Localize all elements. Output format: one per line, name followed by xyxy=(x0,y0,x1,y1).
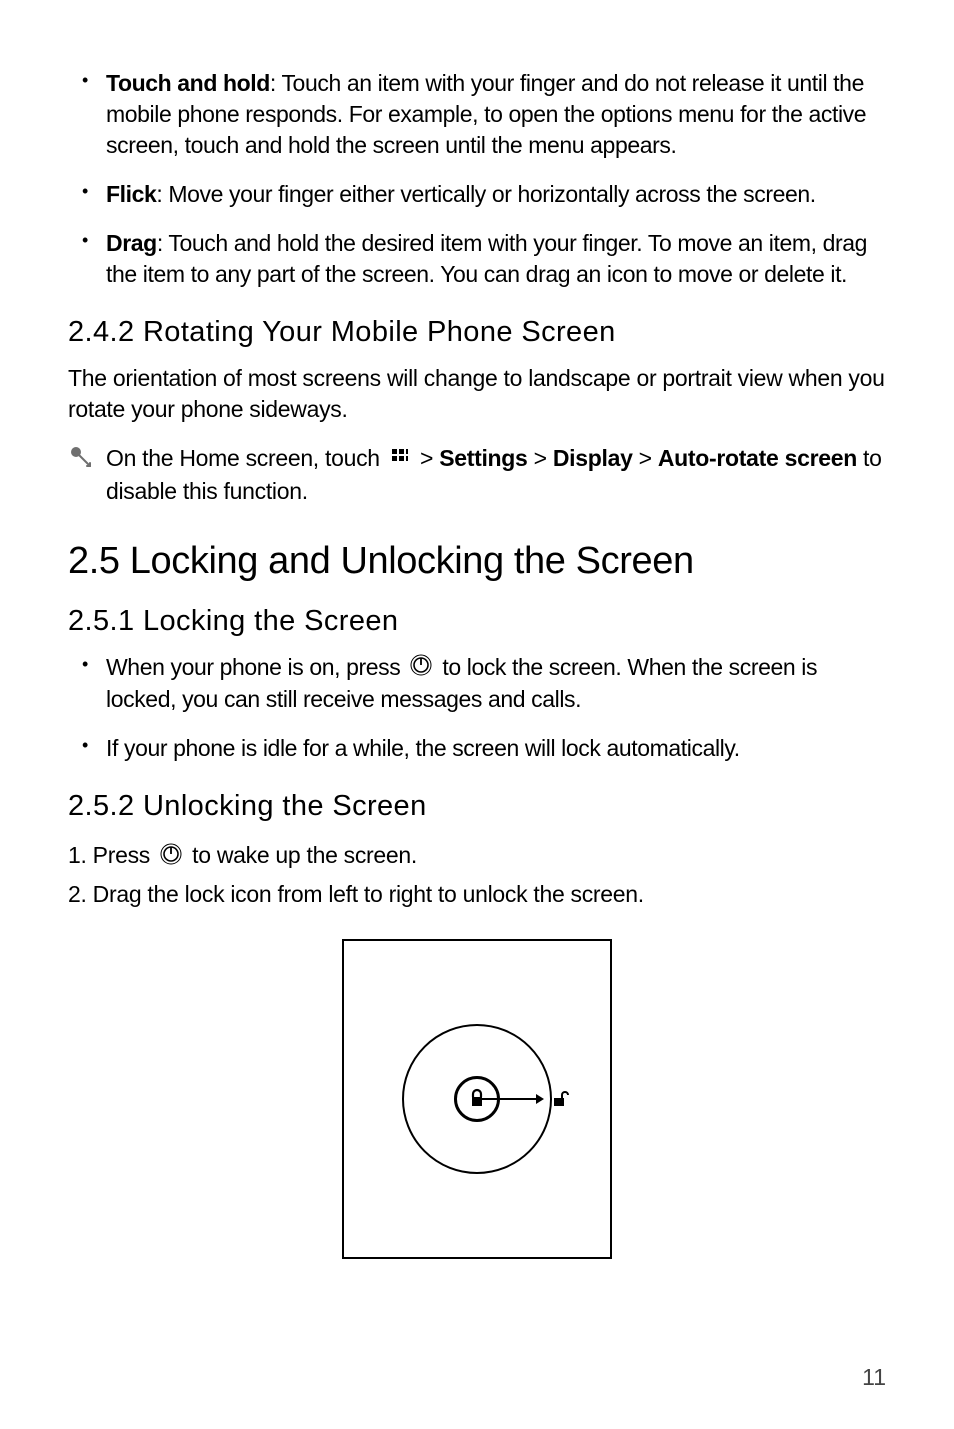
gesture-text: : Touch and hold the desired item with y… xyxy=(106,230,867,287)
gesture-label: Flick xyxy=(106,181,156,207)
tip-display: Display xyxy=(553,445,633,471)
gesture-list: Touch and hold: Touch an item with your … xyxy=(68,68,886,290)
locking-item-idle: If your phone is idle for a while, the s… xyxy=(82,733,886,764)
unlock-step-1: 1. Press to wake up the screen. xyxy=(68,837,886,875)
heading-locking-unlocking: 2.5 Locking and Unlocking the Screen xyxy=(68,540,886,583)
page-number: 11 xyxy=(862,1364,886,1391)
drag-arrow-icon xyxy=(477,1098,542,1100)
locking-list: When your phone is on, press to lock the… xyxy=(68,652,886,765)
locking-idle-text: If your phone is idle for a while, the s… xyxy=(106,735,740,761)
heading-locking-screen: 2.5.1 Locking the Screen xyxy=(68,605,886,638)
lock-open-icon xyxy=(551,1090,569,1113)
step1-post: to wake up the screen. xyxy=(192,842,417,868)
step1-pre: 1. Press xyxy=(68,842,156,868)
phone-outline xyxy=(342,939,612,1259)
unlock-figure xyxy=(68,939,886,1264)
gesture-item-flick: Flick: Move your finger either verticall… xyxy=(82,179,886,210)
heading-rotating-screen: 2.4.2 Rotating Your Mobile Phone Screen xyxy=(68,316,886,349)
heading-unlocking-screen: 2.5.2 Unlocking the Screen xyxy=(68,790,886,823)
tip-sep: > xyxy=(633,445,658,471)
locking-item-press: When your phone is on, press to lock the… xyxy=(82,652,886,715)
tip-cursor-icon xyxy=(68,445,98,478)
rotating-screen-body: The orientation of most screens will cha… xyxy=(68,363,886,425)
gesture-text: : Move your finger either vertically or … xyxy=(156,181,815,207)
tip-text: On the Home screen, touch > Settings > D… xyxy=(106,443,886,508)
unlocking-steps: 1. Press to wake up the screen. 2. Drag … xyxy=(68,837,886,912)
power-icon xyxy=(160,839,182,876)
locking-pre: When your phone is on, press xyxy=(106,654,406,680)
tip-sep: > xyxy=(528,445,553,471)
tip-mid: > xyxy=(420,445,439,471)
apps-grid-icon xyxy=(390,444,410,476)
power-icon xyxy=(410,653,432,684)
gesture-item-drag: Drag: Touch and hold the desired item wi… xyxy=(82,228,886,290)
gesture-label: Touch and hold xyxy=(106,70,270,96)
tip-prefix: On the Home screen, touch xyxy=(106,445,386,471)
unlock-step-2: 2. Drag the lock icon from left to right… xyxy=(68,876,886,913)
tip-autorotate: On the Home screen, touch > Settings > D… xyxy=(68,443,886,508)
gesture-label: Drag xyxy=(106,230,157,256)
gesture-item-touch-hold: Touch and hold: Touch an item with your … xyxy=(82,68,886,161)
tip-settings: Settings xyxy=(439,445,527,471)
tip-autorotate-label: Auto-rotate screen xyxy=(658,445,857,471)
